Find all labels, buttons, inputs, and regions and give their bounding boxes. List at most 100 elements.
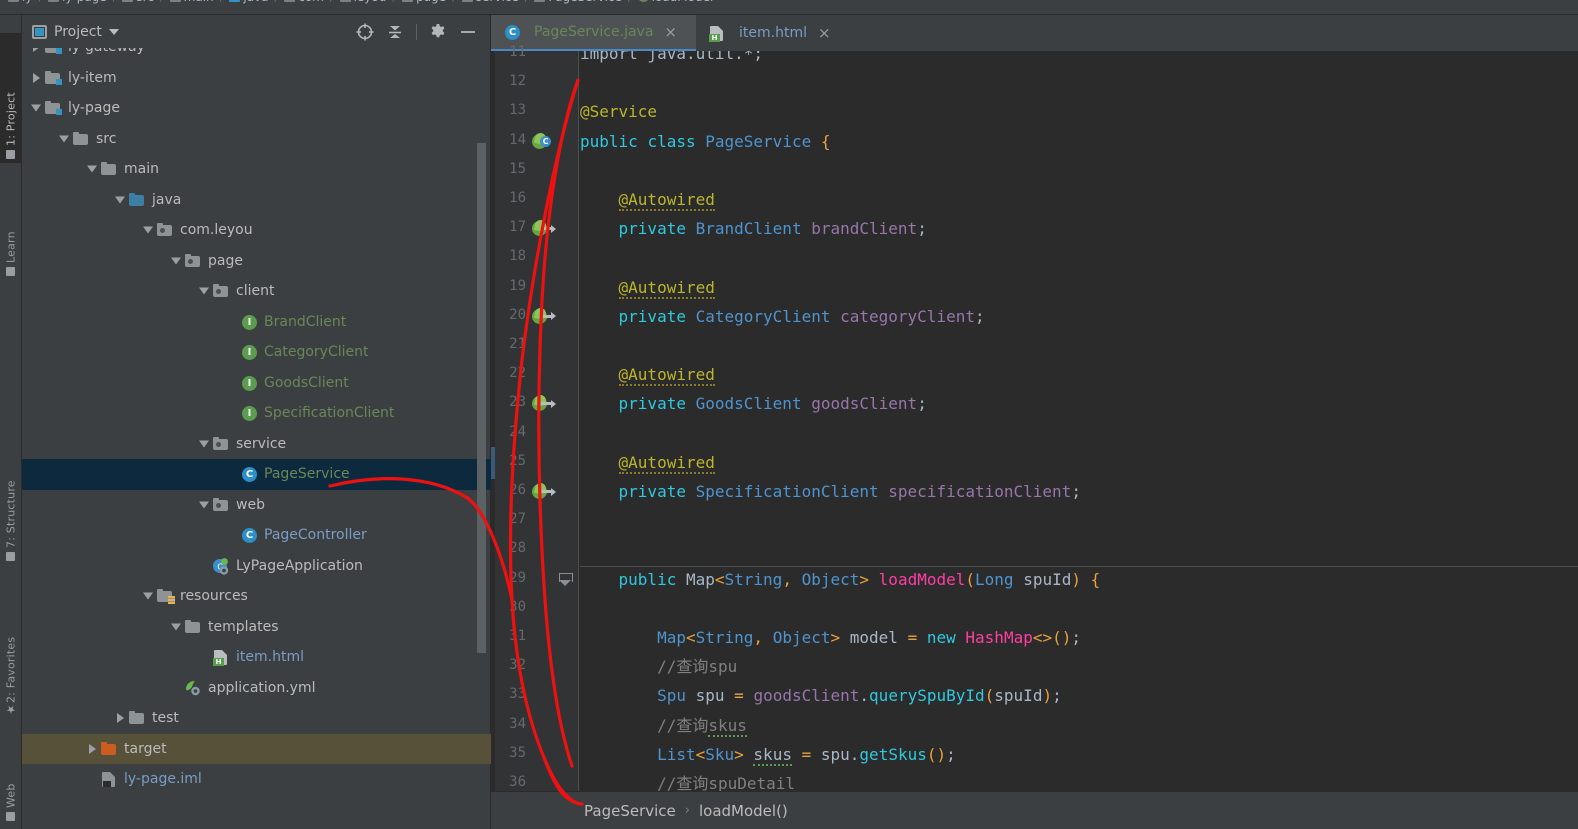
breadcrumb[interactable]: PageService › loadModel() — [491, 791, 1578, 829]
tree-node[interactable]: com.leyou — [22, 215, 491, 246]
code-token: goodsClient — [811, 394, 918, 414]
navbar-item-com[interactable]: com — [284, 0, 324, 4]
tree-node[interactable]: ly-item — [22, 63, 491, 94]
navbar-item-service[interactable]: service — [461, 0, 519, 4]
spring-bean-class-gutter-icon[interactable]: C — [532, 133, 552, 150]
tree-node[interactable]: application.yml — [22, 673, 491, 704]
project-tree-scrollbar[interactable] — [477, 143, 486, 653]
editor-tab-bar: C PageService.java × item.html × — [491, 15, 1578, 51]
editor-tab-item-html[interactable]: item.html × — [696, 15, 836, 51]
code-content[interactable]: import java.util.*; @Service public class … — [580, 51, 1578, 791]
tool-tab-icon — [6, 267, 16, 276]
line-number: 30 — [509, 598, 526, 615]
tree-node[interactable]: I BrandClient — [22, 307, 491, 338]
tree-node[interactable]: page — [22, 246, 491, 277]
tree-node-label: ly-gateway — [68, 48, 145, 55]
spring-bean-autowired-gutter-icon[interactable] — [532, 483, 556, 500]
code-fold-icon[interactable] — [559, 572, 573, 586]
tree-node[interactable]: java — [22, 185, 491, 216]
hide-icon[interactable] — [459, 23, 477, 41]
chevron-down-icon[interactable] — [108, 28, 119, 35]
collapse-all-icon[interactable] — [386, 23, 404, 41]
line-number: 34 — [509, 715, 526, 732]
line-number: 14 — [509, 131, 526, 148]
tool-tab-favorites[interactable]: ★ 2: Favorites — [0, 575, 22, 720]
editor-gutter[interactable]: 11 12 13 14 C 15 16 17 18 19 20 21 22 23 24 25 26 27 28 29 3… — [491, 44, 579, 791]
tree-node[interactable]: ly-gateway — [22, 48, 491, 63]
tree-node[interactable]: client — [22, 276, 491, 307]
code-token: Sku — [705, 744, 735, 764]
breadcrumb-item-pageservice[interactable]: PageService — [584, 802, 676, 820]
close-icon[interactable]: × — [664, 23, 677, 41]
close-icon[interactable]: × — [818, 24, 831, 42]
navbar-item-pageservice[interactable]: PageService — [534, 0, 622, 4]
package-icon — [212, 497, 230, 513]
tree-node-label: com.leyou — [180, 222, 253, 239]
tree-node[interactable]: target — [22, 733, 491, 764]
folder-icon — [128, 710, 146, 726]
code-token: skus — [708, 715, 747, 737]
tree-node-label: PageController — [264, 527, 367, 544]
spring-run-icon: C — [212, 557, 230, 575]
spring-bean-autowired-gutter-icon[interactable] — [532, 395, 556, 412]
tree-node[interactable]: I CategoryClient — [22, 337, 491, 368]
breadcrumb-item-loadmodel[interactable]: loadModel() — [699, 802, 788, 820]
tree-node[interactable]: I SpecificationClient — [22, 398, 491, 429]
code-token: , — [753, 628, 764, 647]
code-token: ; — [946, 744, 956, 764]
tree-node[interactable]: main — [22, 154, 491, 185]
tool-tab-structure[interactable]: 7: Structure — [0, 415, 22, 565]
source-folder-icon — [229, 0, 241, 2]
editor-tab-label: item.html — [739, 25, 807, 41]
navbar-item-loadmodel[interactable]: loadModel — [637, 0, 713, 4]
tool-tab-icon — [6, 150, 16, 159]
code-token: < — [695, 744, 706, 764]
tree-node[interactable]: service — [22, 429, 491, 460]
editor-left-edge — [491, 51, 495, 791]
tool-tab-web[interactable]: Web — [0, 755, 22, 825]
project-tree[interactable]: ly-gateway ly-item ly-page srcmain java com.l… — [22, 48, 491, 829]
tree-node[interactable]: C PageController — [22, 520, 491, 551]
navigation-bar[interactable]: ly / ly-page / src / main / java / com / leyou / page /… — [0, 0, 1578, 15]
tree-node-selected[interactable]: C PageService — [22, 459, 491, 490]
tree-node-label: application.yml — [208, 679, 316, 696]
tree-node[interactable]: templates — [22, 612, 491, 643]
tool-tab-project[interactable]: 1: Project — [0, 33, 22, 163]
line-number: 31 — [509, 628, 526, 644]
locate-icon[interactable] — [356, 23, 374, 41]
navbar-item-leyou[interactable]: leyou — [339, 0, 386, 4]
project-title-group[interactable]: Project — [32, 24, 119, 40]
tree-node[interactable]: item.html — [22, 642, 491, 673]
tool-tab-learn[interactable]: Learn — [0, 185, 22, 280]
code-token: ; — [917, 219, 927, 239]
navbar-item-page[interactable]: page — [402, 0, 446, 4]
code-token: goodsClient — [753, 686, 860, 706]
tree-node[interactable]: ly-page.iml — [22, 764, 491, 795]
navbar-item-java[interactable]: java — [229, 0, 269, 4]
navbar-item-ly-page[interactable]: ly-page — [48, 0, 107, 4]
navbar-item-src[interactable]: src — [122, 0, 154, 4]
line-number: 12 — [509, 73, 526, 90]
code-token: ; — [1071, 482, 1081, 501]
navbar-item-ly[interactable]: ly — [8, 0, 32, 4]
tree-node[interactable]: ly-page — [22, 93, 491, 124]
tree-node[interactable]: web — [22, 490, 491, 521]
spring-bean-autowired-gutter-icon[interactable] — [532, 220, 556, 237]
navbar-item-main[interactable]: main — [169, 0, 214, 4]
tree-node-label: CategoryClient — [264, 344, 369, 361]
folder-icon — [169, 0, 181, 2]
tree-node[interactable]: C LyPageApplication — [22, 551, 491, 582]
gear-icon[interactable] — [429, 23, 447, 41]
tree-node[interactable]: src — [22, 124, 491, 155]
tree-node[interactable]: test — [22, 703, 491, 734]
line-number: 29 — [509, 569, 526, 586]
spring-bean-autowired-gutter-icon[interactable] — [532, 308, 556, 325]
tree-node[interactable]: I GoodsClient — [22, 368, 491, 399]
code-token: List — [657, 744, 696, 764]
tree-node[interactable]: resources — [22, 581, 491, 612]
